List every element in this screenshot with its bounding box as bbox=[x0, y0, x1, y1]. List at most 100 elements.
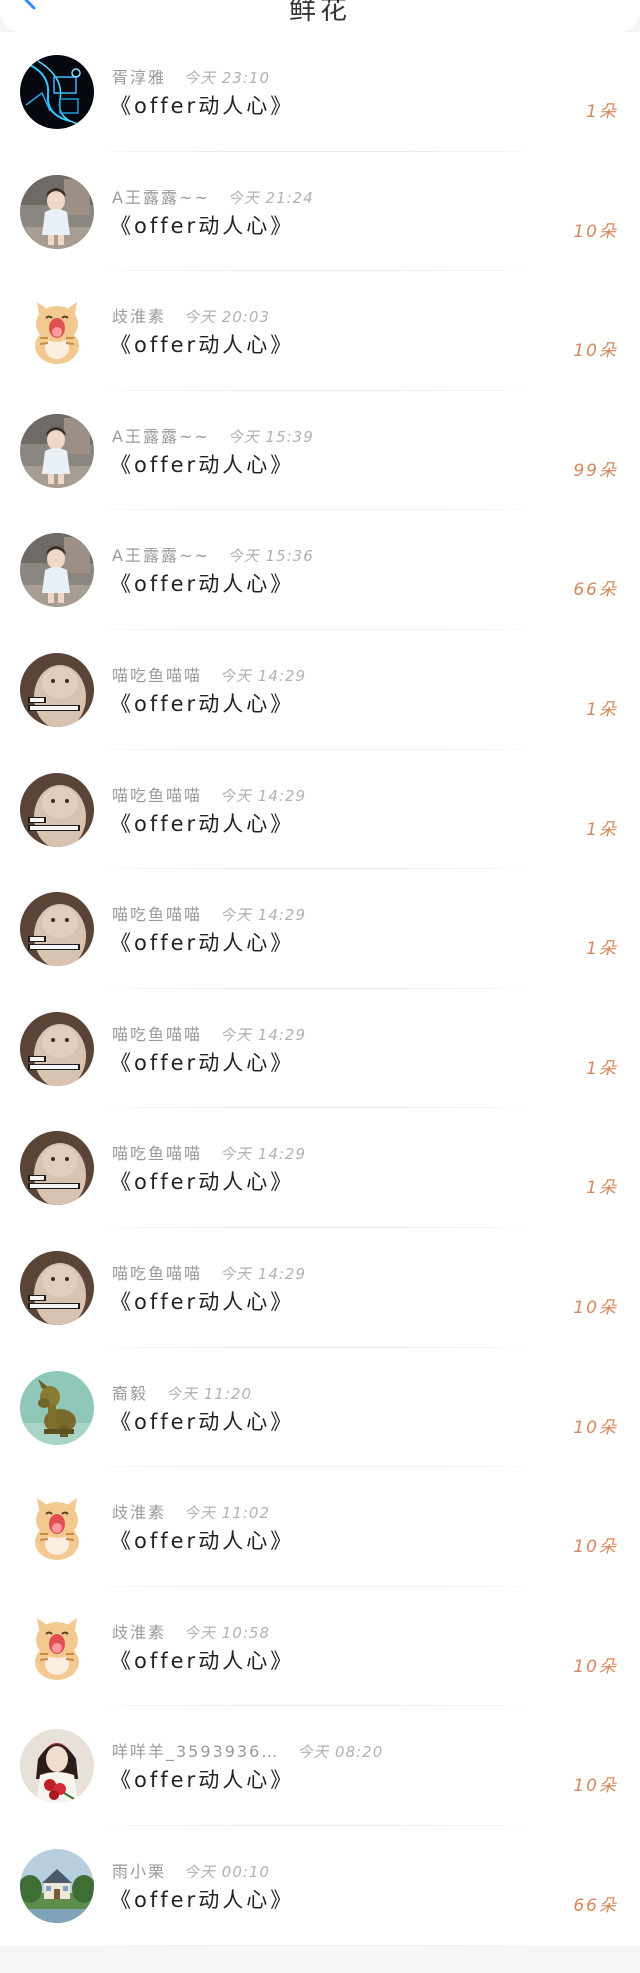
page-title: 鲜花 bbox=[289, 0, 351, 26]
flower-count: 1朵 bbox=[586, 1178, 618, 1199]
cat-meme-avatar[interactable] bbox=[20, 892, 94, 967]
list-item[interactable]: 歧淮素 今天 20:03 《offer动人心》 10朵 bbox=[0, 271, 640, 391]
sender-name[interactable]: 咩咩羊_3593936… bbox=[112, 1742, 279, 1761]
list-item[interactable]: 喵吃鱼喵喵 今天 14:29 《offer动人心》 1朵 bbox=[0, 1108, 640, 1228]
flower-count: 10朵 bbox=[573, 1776, 618, 1797]
timestamp: 今天 11:02 bbox=[184, 1504, 271, 1523]
cat-meme-image bbox=[20, 1131, 94, 1206]
program-title: 《offer动人心》 bbox=[110, 213, 295, 238]
cat-meme-avatar[interactable] bbox=[20, 652, 94, 727]
sender-name[interactable]: 喵吃鱼喵喵 bbox=[112, 666, 202, 685]
flower-count: 1朵 bbox=[586, 102, 618, 122]
flower-count: 1朵 bbox=[586, 699, 618, 720]
sender-name[interactable]: 喵吃鱼喵喵 bbox=[112, 905, 202, 924]
cat-meme-image bbox=[20, 1250, 94, 1325]
child-photo-avatar[interactable] bbox=[20, 413, 94, 488]
bronze-dog-image bbox=[20, 1370, 94, 1445]
sender-name[interactable]: A王露露~~ bbox=[112, 188, 210, 207]
list-item[interactable]: 喵吃鱼喵喵 今天 14:29 《offer动人心》 1朵 bbox=[0, 630, 640, 750]
flower-count: 10朵 bbox=[573, 221, 618, 242]
sender-name[interactable]: 歧淮素 bbox=[112, 1623, 166, 1642]
timestamp: 今天 14:29 bbox=[220, 1145, 307, 1164]
list-item[interactable]: 雨小栗 今天 00:10 《offer动人心》 66朵 bbox=[0, 1826, 640, 1946]
house-landscape-image bbox=[20, 1848, 94, 1923]
tiger-cat-cartoon-avatar[interactable] bbox=[20, 1609, 94, 1684]
program-title: 《offer动人心》 bbox=[110, 1529, 295, 1554]
child-photo-image bbox=[20, 413, 94, 488]
list-item[interactable]: 喵吃鱼喵喵 今天 14:29 《offer动人心》 10朵 bbox=[0, 1228, 640, 1348]
sender-name[interactable]: 喵吃鱼喵喵 bbox=[112, 1025, 202, 1044]
child-photo-avatar[interactable] bbox=[20, 533, 94, 608]
program-title: 《offer动人心》 bbox=[110, 1170, 295, 1195]
list-item[interactable]: 喵吃鱼喵喵 今天 14:29 《offer动人心》 1朵 bbox=[0, 989, 640, 1109]
list-item[interactable]: 喵吃鱼喵喵 今天 14:29 《offer动人心》 1朵 bbox=[0, 869, 640, 989]
timestamp: 今天 00:10 bbox=[184, 1862, 271, 1881]
cat-meme-image bbox=[20, 652, 94, 727]
list-item[interactable]: 胥淳雅 今天 23:10 《offer动人心》 1朵 bbox=[0, 32, 640, 152]
sender-name[interactable]: A王露露~~ bbox=[112, 427, 210, 446]
list-item[interactable]: 咩咩羊_3593936… 今天 08:20 《offer动人心》 10朵 bbox=[0, 1706, 640, 1826]
timestamp: 今天 14:29 bbox=[220, 666, 307, 685]
bronze-dog-avatar[interactable] bbox=[20, 1370, 94, 1445]
timestamp: 今天 15:39 bbox=[227, 427, 314, 446]
sender-name[interactable]: 喵吃鱼喵喵 bbox=[112, 1144, 202, 1163]
flower-count: 10朵 bbox=[573, 1537, 618, 1558]
woman-with-roses-avatar[interactable] bbox=[20, 1729, 94, 1804]
flower-count: 10朵 bbox=[573, 341, 618, 362]
list-item[interactable]: 歧淮素 今天 10:58 《offer动人心》 10朵 bbox=[0, 1587, 640, 1707]
sender-name[interactable]: 裔毅 bbox=[112, 1384, 148, 1403]
program-title: 《offer动人心》 bbox=[110, 1768, 295, 1793]
neon-scene-avatar[interactable] bbox=[20, 55, 94, 129]
list-item[interactable]: 歧淮素 今天 11:02 《offer动人心》 10朵 bbox=[0, 1467, 640, 1587]
sender-name[interactable]: 雨小栗 bbox=[112, 1862, 166, 1881]
flower-count: 10朵 bbox=[573, 1297, 618, 1318]
sender-name[interactable]: 胥淳雅 bbox=[112, 68, 166, 87]
cat-meme-avatar[interactable] bbox=[20, 1131, 94, 1206]
child-photo-image bbox=[20, 174, 94, 249]
program-title: 《offer动人心》 bbox=[110, 811, 295, 836]
tiger-cat-cartoon-avatar[interactable] bbox=[20, 294, 94, 369]
flower-count: 1朵 bbox=[586, 1058, 618, 1079]
child-photo-avatar[interactable] bbox=[20, 174, 94, 249]
cat-meme-avatar[interactable] bbox=[20, 1011, 94, 1086]
flower-count: 99朵 bbox=[573, 460, 618, 481]
timestamp: 今天 15:36 bbox=[227, 547, 314, 566]
program-title: 《offer动人心》 bbox=[110, 452, 295, 477]
child-photo-image bbox=[20, 533, 94, 608]
program-title: 《offer动人心》 bbox=[110, 333, 295, 358]
program-title: 《offer动人心》 bbox=[110, 1050, 295, 1075]
flower-count: 1朵 bbox=[586, 939, 618, 960]
list-item[interactable]: A王露露~~ 今天 21:24 《offer动人心》 10朵 bbox=[0, 152, 640, 272]
list-item[interactable]: A王露露~~ 今天 15:39 《offer动人心》 99朵 bbox=[0, 391, 640, 511]
sender-name[interactable]: A王露露~~ bbox=[112, 546, 210, 565]
tiger-cat-cartoon-image bbox=[20, 294, 94, 369]
timestamp: 今天 14:29 bbox=[220, 1025, 307, 1044]
cat-meme-image bbox=[20, 772, 94, 847]
timestamp: 今天 14:29 bbox=[220, 1264, 307, 1283]
sender-name[interactable]: 歧淮素 bbox=[112, 307, 166, 326]
program-title: 《offer动人心》 bbox=[110, 572, 295, 597]
cat-meme-avatar[interactable] bbox=[20, 772, 94, 847]
cat-meme-avatar[interactable] bbox=[20, 1250, 94, 1325]
flower-count: 10朵 bbox=[573, 1656, 618, 1677]
flower-count: 10朵 bbox=[573, 1417, 618, 1438]
sender-name[interactable]: 喵吃鱼喵喵 bbox=[112, 786, 202, 805]
neon-scene-image bbox=[20, 55, 94, 129]
program-title: 《offer动人心》 bbox=[110, 1409, 295, 1434]
program-title: 《offer动人心》 bbox=[110, 1648, 295, 1673]
timestamp: 今天 23:10 bbox=[184, 69, 271, 87]
top-bar: 鲜花 bbox=[0, 0, 640, 32]
flower-list: 胥淳雅 今天 23:10 《offer动人心》 1朵 A王露露~~ 今天 21:24… bbox=[0, 32, 640, 1946]
sender-name[interactable]: 喵吃鱼喵喵 bbox=[112, 1264, 202, 1283]
tiger-cat-cartoon-avatar[interactable] bbox=[20, 1490, 94, 1565]
timestamp: 今天 14:29 bbox=[220, 786, 307, 805]
list-item[interactable]: 裔毅 今天 11:20 《offer动人心》 10朵 bbox=[0, 1348, 640, 1468]
sender-name[interactable]: 歧淮素 bbox=[112, 1503, 166, 1522]
list-item[interactable]: 喵吃鱼喵喵 今天 14:29 《offer动人心》 1朵 bbox=[0, 750, 640, 870]
list-item[interactable]: A王露露~~ 今天 15:36 《offer动人心》 66朵 bbox=[0, 510, 640, 630]
program-title: 《offer动人心》 bbox=[110, 931, 295, 956]
timestamp: 今天 10:58 bbox=[184, 1623, 271, 1642]
house-landscape-avatar[interactable] bbox=[20, 1848, 94, 1923]
program-title: 《offer动人心》 bbox=[110, 691, 295, 716]
timestamp: 今天 08:20 bbox=[297, 1743, 384, 1762]
